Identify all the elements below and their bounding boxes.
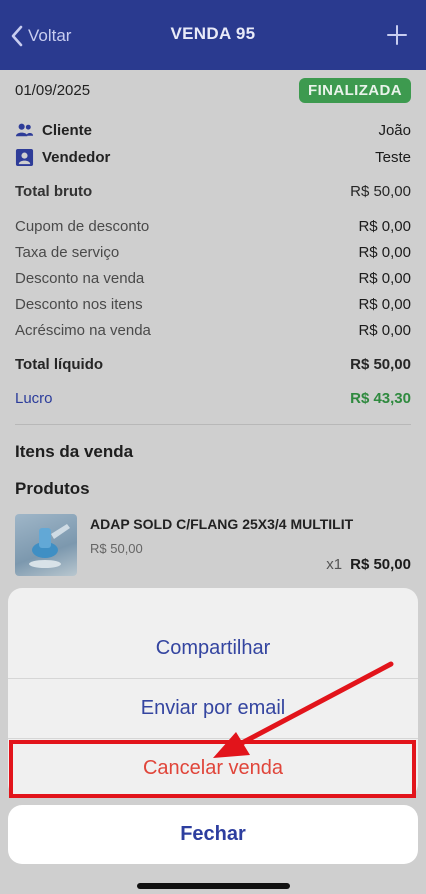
total-bruto-label: Total bruto — [15, 182, 93, 200]
cupom-value: R$ 0,00 — [358, 217, 411, 235]
lucro-value: R$ 43,30 — [350, 389, 411, 407]
client-label: Cliente — [15, 121, 92, 140]
email-button[interactable]: Enviar por email — [8, 678, 418, 738]
divider — [15, 424, 411, 425]
page-title: VENDA 95 — [170, 24, 256, 43]
taxa-label: Taxa de serviço — [15, 243, 120, 261]
vendedor-label-text: Vendedor — [42, 148, 111, 166]
items-section-title: Itens da venda — [15, 442, 134, 461]
cliente-label-text: Cliente — [42, 121, 93, 139]
total-liquido-label: Total líquido — [15, 355, 104, 373]
cupom-label: Cupom de desconto — [15, 217, 150, 235]
product-qty: x1 — [326, 556, 343, 573]
acrescimo-label: Acréscimo na venda — [15, 321, 151, 339]
product-qty-total: x1 R$ 50,00 — [326, 556, 411, 573]
navigation-bar: Voltar VENDA 95 — [0, 0, 426, 70]
client-value: João — [378, 121, 411, 139]
close-button[interactable]: Fechar — [8, 805, 418, 864]
desconto-itens-label: Desconto nos itens — [15, 295, 143, 313]
annotation-highlight-box — [9, 740, 416, 798]
list-item[interactable]: ADAP SOLD C/FLANG 25X3/4 MULTILIT R$ 50,… — [15, 514, 411, 580]
taxa-value: R$ 0,00 — [358, 243, 411, 261]
product-name: ADAP SOLD C/FLANG 25X3/4 MULTILIT — [90, 516, 354, 532]
people-icon — [15, 123, 34, 136]
lucro-label: Lucro — [15, 389, 53, 407]
total-bruto-value: R$ 50,00 — [350, 182, 411, 200]
products-title: Produtos — [15, 479, 90, 498]
product-thumbnail — [15, 514, 77, 576]
share-button[interactable]: Compartilhar — [8, 618, 418, 678]
seller-label: Vendedor — [15, 148, 110, 167]
product-total: R$ 50,00 — [350, 556, 411, 573]
person-badge-icon — [15, 148, 34, 166]
desconto-itens-value: R$ 0,00 — [358, 295, 411, 313]
acrescimo-value: R$ 0,00 — [358, 321, 411, 339]
desconto-venda-value: R$ 0,00 — [358, 269, 411, 287]
product-unit-price: R$ 50,00 — [90, 541, 143, 556]
status-badge: FINALIZADA — [299, 77, 411, 103]
desconto-venda-label: Desconto na venda — [15, 269, 145, 287]
sale-date: 01/09/2025 — [15, 81, 91, 99]
plus-icon[interactable] — [386, 24, 408, 46]
home-indicator — [137, 883, 290, 889]
seller-value: Teste — [375, 148, 411, 166]
total-liquido-value: R$ 50,00 — [350, 355, 411, 373]
